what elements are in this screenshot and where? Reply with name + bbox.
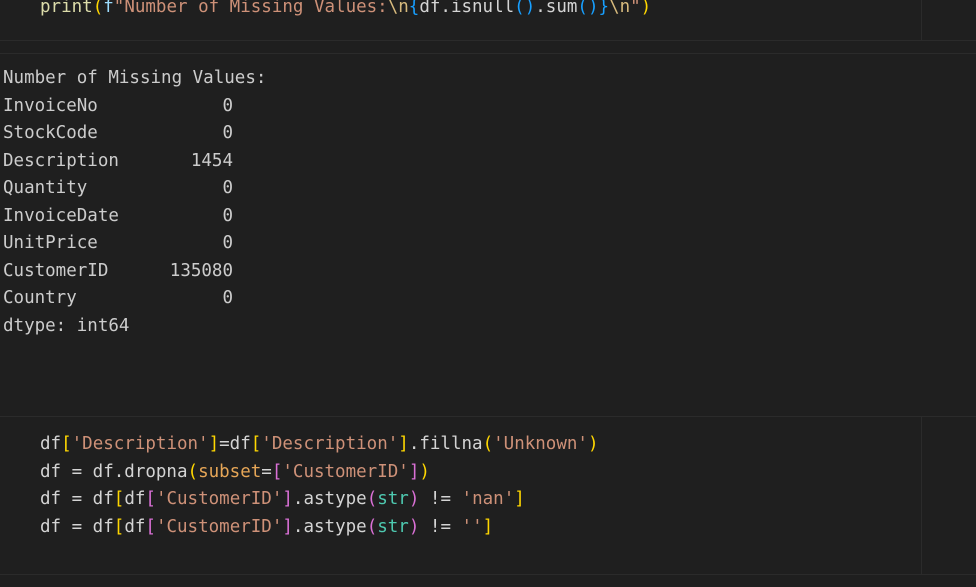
code-token: ] bbox=[208, 434, 220, 454]
output-header: Number of Missing Values: bbox=[3, 68, 267, 88]
code-token: [ bbox=[61, 434, 72, 454]
code-token: ( bbox=[482, 434, 494, 454]
code-token: str bbox=[377, 516, 409, 537]
code-token: 'Unknown' bbox=[493, 434, 588, 454]
code-token: .astype bbox=[292, 516, 367, 537]
code-token: '' bbox=[461, 516, 483, 537]
code-token: [ bbox=[113, 516, 125, 537]
code-token: .astype bbox=[292, 489, 367, 509]
code-token: != bbox=[419, 489, 462, 509]
output-row: UnitPrice 0 bbox=[3, 230, 233, 258]
output-dtype: dtype: int64 bbox=[3, 315, 130, 336]
code-token: [ bbox=[250, 434, 262, 454]
code-token: ] bbox=[514, 489, 525, 509]
output-row: CustomerID 135080 bbox=[3, 258, 233, 286]
code-token: ] bbox=[398, 434, 409, 454]
code-line-fillna[interactable]: df['Description']=df['Description'].fill… bbox=[40, 431, 599, 458]
code-token: ] bbox=[282, 516, 293, 537]
code-token: ( bbox=[187, 461, 199, 482]
code-token: \n bbox=[609, 0, 631, 17]
code-token: .fillna bbox=[408, 434, 483, 454]
code-token: print bbox=[40, 0, 93, 17]
code-token: \n bbox=[387, 0, 409, 17]
code-token: ) bbox=[587, 434, 599, 454]
code-token: ( bbox=[366, 516, 378, 537]
code-token: str bbox=[377, 489, 409, 509]
cell-output: Number of Missing Values: InvoiceNo 0 Sto… bbox=[0, 53, 976, 416]
notebook-page: print(f"Number of Missing Values:\n{df.i… bbox=[0, 0, 976, 587]
output-row: Country 0 bbox=[3, 285, 233, 313]
code-token: = bbox=[261, 461, 272, 482]
code-token: { bbox=[408, 0, 420, 17]
missing-count: 1454 bbox=[190, 150, 233, 171]
code-token: df bbox=[124, 489, 146, 509]
code-token: 'Description' bbox=[261, 434, 399, 454]
code-line-filter-nan[interactable]: df = df[df['CustomerID'].astype(str) != … bbox=[40, 486, 525, 513]
code-token: df = df bbox=[40, 489, 114, 509]
code-token: () bbox=[514, 0, 536, 17]
code-token: df bbox=[40, 434, 62, 454]
code-token: () bbox=[577, 0, 599, 17]
code-token: =df bbox=[219, 434, 251, 454]
cell-divider bbox=[921, 0, 922, 40]
code-token: ) bbox=[408, 516, 420, 537]
missing-count: 0 bbox=[222, 178, 233, 198]
code-token: 'CustomerID' bbox=[155, 489, 283, 509]
code-token: df = df bbox=[40, 516, 114, 537]
code-line-print[interactable]: print(f"Number of Missing Values:\n{df.i… bbox=[40, 0, 651, 21]
code-token: 'CustomerID' bbox=[282, 461, 409, 482]
code-line-filter-empty[interactable]: df = df[df['CustomerID'].astype(str) != … bbox=[40, 514, 493, 541]
code-cell-print[interactable]: print(f"Number of Missing Values:\n{df.i… bbox=[0, 0, 976, 41]
code-token: .sum bbox=[535, 0, 578, 17]
code-token: ] bbox=[482, 516, 494, 537]
code-token: ] bbox=[408, 461, 420, 482]
output-row: InvoiceNo 0 bbox=[3, 93, 233, 121]
code-cell-cleaning[interactable]: df['Description']=df['Description'].fill… bbox=[0, 416, 976, 575]
missing-count: 0 bbox=[222, 123, 233, 143]
code-token: [ bbox=[113, 489, 125, 509]
missing-count: 0 bbox=[222, 95, 233, 116]
code-token: f bbox=[103, 0, 114, 17]
missing-count: 135080 bbox=[169, 260, 233, 281]
code-token: "Number of Missing Values: bbox=[113, 0, 388, 17]
output-row: InvoiceDate 0 bbox=[3, 203, 233, 231]
code-token: [ bbox=[145, 489, 156, 509]
code-token: 'Description' bbox=[71, 434, 209, 454]
missing-count: 0 bbox=[222, 233, 233, 253]
code-token: " bbox=[630, 0, 641, 17]
code-token: [ bbox=[271, 461, 283, 482]
code-token: ( bbox=[92, 0, 104, 17]
code-token: ] bbox=[282, 489, 293, 509]
code-token: 'CustomerID' bbox=[155, 516, 283, 537]
missing-count: 0 bbox=[222, 288, 233, 308]
code-token: } bbox=[598, 0, 610, 17]
missing-count: 0 bbox=[222, 205, 233, 226]
code-token: subset bbox=[198, 461, 262, 482]
code-token: [ bbox=[145, 516, 156, 537]
code-line-dropna[interactable]: df = df.dropna(subset=['CustomerID']) bbox=[40, 459, 430, 486]
output-row: Quantity 0 bbox=[3, 175, 233, 203]
code-token: df.isnull bbox=[419, 0, 515, 17]
cell-divider bbox=[921, 417, 922, 574]
output-row: StockCode 0 bbox=[3, 120, 233, 148]
code-token: ) bbox=[419, 461, 430, 482]
code-token: 'nan' bbox=[461, 489, 515, 509]
code-token: ) bbox=[408, 489, 420, 509]
code-token: df = df.dropna bbox=[40, 461, 188, 482]
code-token: df bbox=[124, 516, 146, 537]
code-token: != bbox=[419, 516, 462, 537]
output-row: Description 1454 bbox=[3, 148, 233, 176]
code-token: ( bbox=[366, 489, 378, 509]
code-token: ) bbox=[640, 0, 652, 17]
